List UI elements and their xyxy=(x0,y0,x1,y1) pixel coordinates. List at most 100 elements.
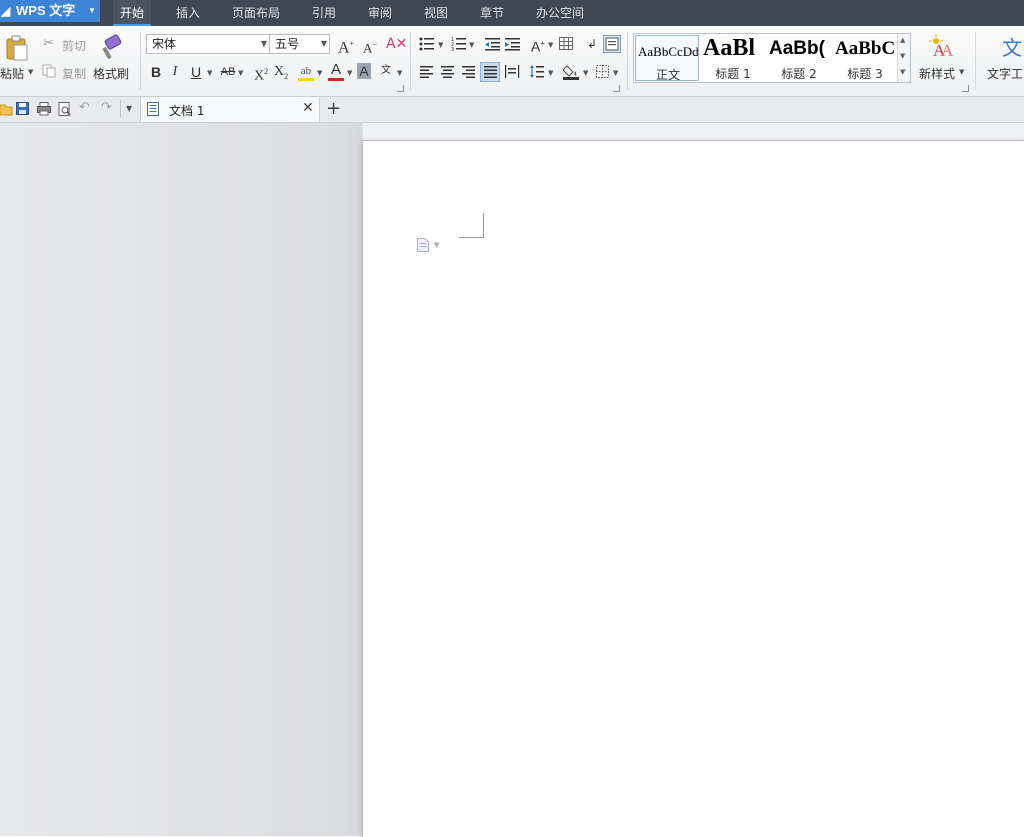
chevron-down-icon[interactable]: ▼ xyxy=(347,69,352,77)
document-tab[interactable]: 文档 1 ✕ xyxy=(140,97,320,122)
styles-scrollbar[interactable]: ▲ ▼ ▼ xyxy=(897,34,910,82)
app-menu-button[interactable]: ◢ WPS 文字 ▼ xyxy=(0,0,100,22)
font-name-select[interactable]: 宋体 ▼ xyxy=(146,34,270,54)
borders-icon[interactable] xyxy=(596,65,610,79)
show-hide-marks-icon[interactable] xyxy=(603,35,621,53)
style-preview: AaBbC xyxy=(835,38,896,59)
phonetic-guide-icon[interactable]: 文 xyxy=(377,62,395,80)
document-page[interactable]: ▼ xyxy=(362,140,1024,837)
chevron-down-icon[interactable]: ▼ xyxy=(469,41,474,49)
italic-icon[interactable]: I xyxy=(166,63,184,81)
style-name: 正文 xyxy=(655,68,680,81)
font-size-select[interactable]: 五号 ▼ xyxy=(269,34,330,54)
chevron-down-icon[interactable]: ▼ xyxy=(434,241,439,249)
align-right-icon[interactable] xyxy=(462,66,476,78)
paragraph-dialog-launcher[interactable] xyxy=(613,85,620,92)
tab-start[interactable]: 开始 xyxy=(113,0,151,26)
tab-references[interactable]: 引用 xyxy=(304,0,344,26)
customize-quick-access[interactable]: ▼ xyxy=(120,100,139,118)
increase-indent-icon[interactable] xyxy=(505,37,521,51)
bullet-list-icon[interactable] xyxy=(419,37,435,51)
expand-gallery-icon[interactable]: ▼ xyxy=(900,68,905,76)
svg-text:A: A xyxy=(941,41,954,60)
style-normal[interactable]: AaBbCcDd 正文 xyxy=(635,35,699,81)
tab-review[interactable]: 审阅 xyxy=(360,0,400,26)
divider xyxy=(410,32,411,90)
clear-format-icon[interactable]: A✕ xyxy=(386,35,407,53)
chevron-down-icon[interactable]: ▼ xyxy=(397,69,402,77)
style-heading-3[interactable]: AaBbC 标题 3 xyxy=(833,35,897,81)
chevron-down-icon: ▼ xyxy=(959,68,965,76)
paragraph-shading-icon[interactable] xyxy=(563,63,581,81)
distributed-align-icon[interactable] xyxy=(505,65,520,79)
decrease-indent-icon[interactable] xyxy=(485,37,501,51)
align-left-icon[interactable] xyxy=(420,66,434,78)
style-heading-1[interactable]: AaBl 标题 1 xyxy=(701,35,765,81)
divider xyxy=(627,32,628,90)
cut-label: 剪切 xyxy=(62,39,87,53)
font-dialog-launcher[interactable] xyxy=(397,85,404,92)
style-name: 标题 3 xyxy=(847,67,883,81)
bold-icon[interactable]: B xyxy=(147,63,165,81)
divider xyxy=(975,32,976,90)
paste-icon xyxy=(6,35,28,61)
document-tab-title: 文档 1 xyxy=(169,104,205,118)
chevron-down-icon: ▼ xyxy=(260,39,267,48)
align-center-icon[interactable] xyxy=(441,66,455,78)
undo-icon[interactable]: ↶ xyxy=(79,100,90,115)
character-spacing-icon[interactable]: A+ xyxy=(529,35,547,55)
document-icon xyxy=(147,102,159,116)
superscript-icon[interactable]: X2 xyxy=(252,63,270,84)
subscript-icon[interactable]: X2 xyxy=(272,63,290,81)
chevron-down-icon[interactable]: ▼ xyxy=(438,41,443,49)
justify-button[interactable] xyxy=(480,62,500,82)
tab-view[interactable]: 视图 xyxy=(416,0,456,26)
paragraph-layout-icon[interactable] xyxy=(417,238,429,252)
chevron-down-icon[interactable]: ▼ xyxy=(317,69,322,77)
numbered-list-icon[interactable]: 1 2 3 xyxy=(451,37,467,51)
close-icon[interactable]: ✕ xyxy=(302,100,314,116)
redo-icon[interactable]: ↷ xyxy=(101,100,112,115)
styles-dialog-launcher[interactable] xyxy=(962,85,969,92)
format-painter-label: 格式刷 xyxy=(93,67,130,81)
new-tab-icon[interactable]: + xyxy=(326,98,341,119)
justify-icon xyxy=(484,66,497,78)
chevron-down-icon[interactable]: ▼ xyxy=(238,69,243,77)
chevron-down-icon[interactable]: ▼ xyxy=(207,69,212,77)
new-style-label: 新样式 xyxy=(919,67,956,81)
margin-corner-mark xyxy=(459,213,484,238)
chevron-down-icon: ▼ xyxy=(320,39,327,48)
chevron-up-icon[interactable]: ▲ xyxy=(900,36,905,44)
tab-office-space[interactable]: 办公空间 xyxy=(530,0,590,26)
style-heading-2[interactable]: AaBb( 标题 2 xyxy=(767,35,831,81)
grow-font-icon[interactable]: A+ xyxy=(337,35,355,56)
font-color-icon[interactable]: A xyxy=(327,61,345,79)
chevron-down-icon[interactable]: ▼ xyxy=(900,52,905,60)
print-icon[interactable] xyxy=(37,102,51,116)
strikethrough-icon[interactable]: AB xyxy=(218,63,238,81)
save-icon[interactable] xyxy=(16,102,30,116)
text-tools-label: 文字工 xyxy=(987,67,1024,81)
new-style-icon: A A xyxy=(929,34,954,60)
scissors-icon: ✂ xyxy=(43,36,54,51)
print-preview-icon[interactable] xyxy=(58,102,72,116)
chevron-down-icon[interactable]: ▼ xyxy=(548,41,553,49)
shrink-font-icon[interactable]: A− xyxy=(361,36,379,55)
tab-page-layout[interactable]: 页面布局 xyxy=(226,0,286,26)
chevron-down-icon[interactable]: ▼ xyxy=(548,69,553,77)
open-folder-icon[interactable] xyxy=(0,102,14,116)
chevron-down-icon[interactable]: ▼ xyxy=(583,69,588,77)
character-shading-icon[interactable]: A xyxy=(357,63,371,79)
tab-insert[interactable]: 插入 xyxy=(168,0,208,26)
paste-label: 粘贴 xyxy=(0,67,25,81)
styles-gallery: AaBbCcDd 正文 AaBl 标题 1 AaBb( 标题 2 AaBbC 标… xyxy=(633,33,911,83)
line-spacing-icon[interactable] xyxy=(530,65,544,79)
table-icon[interactable] xyxy=(559,37,574,51)
paragraph-mark-icon[interactable]: ↲ xyxy=(583,35,601,53)
wps-logo-icon: ◢ xyxy=(1,4,11,18)
svg-text:3: 3 xyxy=(451,47,454,51)
underline-icon[interactable]: U xyxy=(187,63,205,81)
chevron-down-icon[interactable]: ▼ xyxy=(613,69,618,77)
divider xyxy=(140,32,141,90)
tab-chapter[interactable]: 章节 xyxy=(472,0,512,26)
